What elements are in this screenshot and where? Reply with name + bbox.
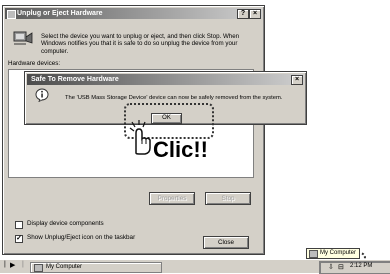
clock-time[interactable]: 2:12 PM (350, 263, 372, 269)
unplug-title: Unplug or Eject Hardware (17, 10, 103, 17)
taskbar: | ▶ | My Computer ⇩ ⊟ 2:12 PM (0, 259, 390, 274)
hardware-devices-label: Hardware devices: (8, 60, 61, 67)
quick-launch-arrow-icon[interactable]: ▶ (10, 261, 15, 269)
dialog-title-bar[interactable]: Safe To Remove Hardware × (27, 74, 304, 85)
stop-button[interactable]: Stop (205, 192, 251, 205)
tray-tooltip: My Computer (306, 248, 360, 259)
properties-button[interactable]: Properties (149, 192, 195, 205)
show-icon-label: Show Unplug/Eject icon on the taskbar (27, 234, 136, 241)
taskbar-button-label: My Computer (46, 264, 83, 270)
usb-device-icon[interactable]: ⇩ (328, 263, 334, 271)
display-components-label: Display device components (27, 220, 104, 227)
display-components-checkbox[interactable] (15, 221, 23, 229)
hardware-icon (7, 10, 16, 19)
hand-pointer-icon (129, 120, 151, 155)
dialog-close-button[interactable]: × (291, 75, 303, 85)
help-button[interactable]: ? (237, 9, 249, 19)
unplug-description: Select the device you want to unplug or … (41, 33, 240, 55)
unplug-eject-icon[interactable]: ⊟ (338, 263, 344, 271)
click-annotation: Clic!! (153, 137, 208, 162)
taskbar-divider: | (22, 261, 24, 268)
dialog-title: Safe To Remove Hardware (31, 76, 119, 83)
show-icon-checkbox[interactable]: ✓ (15, 235, 23, 243)
my-computer-icon (34, 264, 43, 272)
taskbar-button-my-computer[interactable]: My Computer (30, 262, 162, 273)
unplug-title-bar[interactable]: Unplug or Eject Hardware ? × (5, 8, 262, 19)
close-window-button[interactable]: × (249, 9, 261, 19)
info-icon (35, 88, 49, 102)
pc-card-icon (13, 31, 33, 45)
tray-tooltip-text: My Computer (320, 250, 357, 256)
computer-icon (309, 250, 318, 258)
dialog-message: The 'USB Mass Storage Device' device can… (65, 95, 283, 101)
system-tray: ⇩ ⊟ 2:12 PM (319, 261, 390, 274)
taskbar-separator: | (4, 261, 6, 268)
close-button[interactable]: Close (203, 236, 249, 249)
